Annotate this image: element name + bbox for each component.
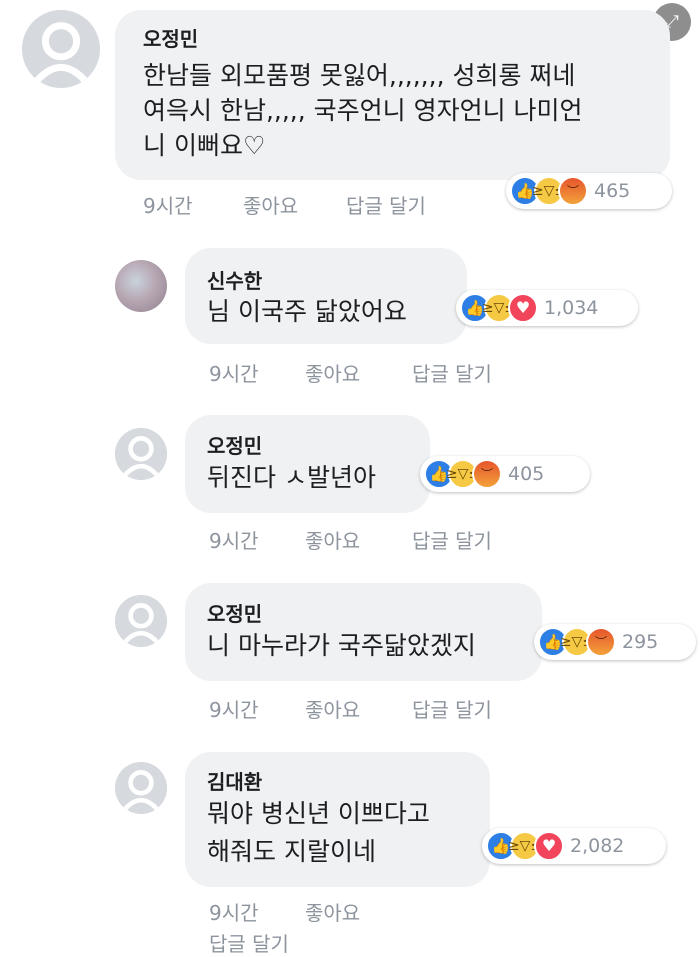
reply-button[interactable]: 답글 달기 bbox=[412, 525, 492, 554]
comment-author[interactable]: 오정민 bbox=[207, 598, 262, 627]
reply-button[interactable]: 답글 달기 bbox=[346, 190, 426, 219]
comment-text-line: 여윽시 한남,,,,, 국주언니 영자언니 나미언 bbox=[143, 96, 583, 125]
reaction-count: 2,082 bbox=[570, 835, 625, 857]
avatar[interactable] bbox=[22, 10, 100, 88]
reply-button[interactable]: 답글 달기 bbox=[412, 358, 492, 387]
avatar[interactable] bbox=[115, 260, 167, 312]
like-button[interactable]: 좋아요 bbox=[305, 358, 360, 387]
reaction-count: 295 bbox=[622, 631, 659, 653]
reaction-summary[interactable]: 👍 ≥▽≤ ︶ 405 bbox=[420, 456, 590, 492]
reply-button[interactable]: 답글 달기 bbox=[412, 694, 492, 723]
avatar[interactable] bbox=[115, 762, 167, 814]
reaction-count: 1,034 bbox=[544, 297, 599, 319]
comment-text-line: 님 이국주 닮았어요 bbox=[207, 297, 407, 326]
comment-author[interactable]: 김대환 bbox=[207, 766, 262, 795]
reaction-count: 465 bbox=[594, 180, 631, 202]
comment-time[interactable]: 9시간 bbox=[209, 897, 259, 926]
comment-text-line: 니 마누라가 국주닮았겠지 bbox=[207, 631, 476, 660]
comment-text-line: 뒤진다 ㅅ발년아 bbox=[207, 463, 376, 492]
comment-text-line: 니 이뻐요♡ bbox=[143, 131, 266, 160]
heart-icon: ♥ bbox=[508, 293, 538, 323]
reply-button[interactable]: 답글 달기 bbox=[209, 928, 289, 957]
comment-text-line: 해줘도 지랄이네 bbox=[207, 837, 376, 866]
like-button[interactable]: 좋아요 bbox=[243, 190, 298, 219]
angry-face-icon: ︶ bbox=[472, 459, 502, 489]
default-profile-icon bbox=[115, 595, 167, 647]
comment-text-line: 한남들 외모품평 못잃어,,,,,,, 성희롱 쩌네 bbox=[143, 61, 576, 90]
default-profile-icon bbox=[115, 762, 167, 814]
avatar[interactable] bbox=[115, 595, 167, 647]
reaction-count: 405 bbox=[508, 463, 545, 485]
like-button[interactable]: 좋아요 bbox=[305, 525, 360, 554]
comment-author[interactable]: 오정민 bbox=[207, 430, 262, 459]
default-profile-icon bbox=[115, 428, 167, 480]
reaction-summary[interactable]: 👍 ≥▽≤ ︶ 295 bbox=[534, 624, 696, 660]
reaction-summary[interactable]: 👍 ≥▽≤ ♥ 2,082 bbox=[482, 828, 666, 864]
comment-author[interactable]: 오정민 bbox=[143, 23, 198, 52]
comment-author[interactable]: 신수한 bbox=[207, 265, 262, 294]
like-button[interactable]: 좋아요 bbox=[305, 897, 360, 926]
avatar[interactable] bbox=[115, 428, 167, 480]
angry-face-icon: ︶ bbox=[558, 176, 588, 206]
default-profile-icon bbox=[22, 10, 100, 88]
like-button[interactable]: 좋아요 bbox=[305, 694, 360, 723]
reaction-summary[interactable]: 👍 ≥▽≤ ♥ 1,034 bbox=[456, 290, 638, 326]
heart-icon: ♥ bbox=[534, 831, 564, 861]
comment-time[interactable]: 9시간 bbox=[209, 358, 259, 387]
angry-face-icon: ︶ bbox=[586, 627, 616, 657]
comment-time[interactable]: 9시간 bbox=[209, 525, 259, 554]
comment-text-line: 뭐야 병신년 이쁘다고 bbox=[207, 799, 430, 828]
reaction-summary[interactable]: 👍 ≥▽≤ ︶ 465 bbox=[506, 173, 672, 209]
comment-time[interactable]: 9시간 bbox=[143, 190, 193, 219]
comment-time[interactable]: 9시간 bbox=[209, 694, 259, 723]
